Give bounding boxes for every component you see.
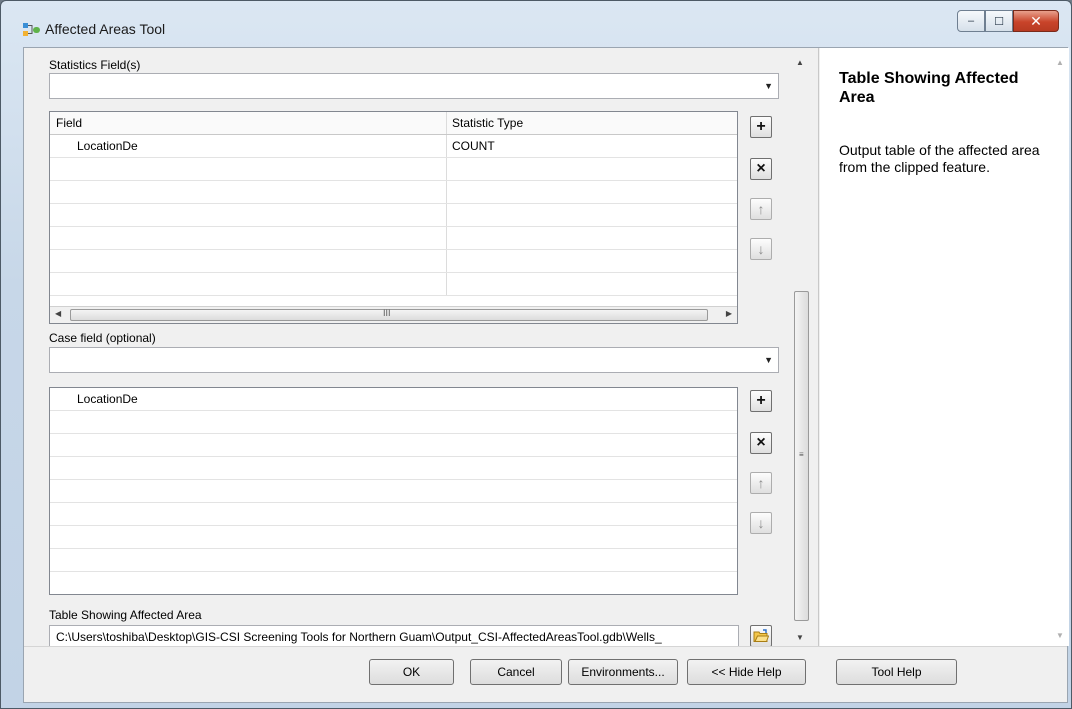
table-row[interactable]	[50, 250, 737, 273]
environments-button[interactable]: Environments...	[568, 659, 678, 685]
minimize-button[interactable]: –	[957, 10, 985, 32]
column-divider	[446, 250, 447, 272]
column-divider	[446, 181, 447, 203]
column-divider	[446, 135, 447, 157]
add-case-field-button[interactable]: +	[750, 390, 772, 412]
field-cell[interactable]: LocationDe	[77, 139, 138, 153]
move-down-case-field-button[interactable]: ↓	[750, 512, 772, 534]
table-row[interactable]	[50, 181, 737, 204]
table-row[interactable]	[50, 227, 737, 250]
scroll-up-icon[interactable]: ▲	[1056, 58, 1064, 67]
window-title: Affected Areas Tool	[45, 21, 166, 37]
arrow-up-icon: ↑	[757, 475, 765, 491]
list-item[interactable]	[50, 457, 737, 480]
dialog-footer: OK Cancel Environments... << Hide Help T…	[24, 646, 1067, 702]
column-divider	[446, 204, 447, 226]
column-header-statistic-type[interactable]: Statistic Type	[452, 116, 523, 130]
tool-help-button[interactable]: Tool Help	[836, 659, 957, 685]
table-row[interactable]	[50, 204, 737, 227]
maximize-icon: ☐	[994, 15, 1004, 28]
list-item[interactable]	[50, 503, 737, 526]
close-icon: ✕	[1030, 12, 1042, 29]
scroll-grip-icon: ≡	[799, 450, 804, 459]
help-title: Table Showing Affected Area	[839, 70, 1019, 106]
column-header-field[interactable]: Field	[56, 116, 82, 130]
column-divider	[446, 158, 447, 180]
arrow-up-icon: ↑	[757, 201, 765, 217]
statistics-field-dropdown[interactable]: ▼	[49, 73, 779, 99]
hide-help-button[interactable]: << Hide Help	[687, 659, 806, 685]
list-item[interactable]	[50, 480, 737, 503]
plus-icon: +	[756, 392, 766, 409]
vertical-scroll-thumb[interactable]: ≡	[794, 291, 809, 621]
output-table-label: Table Showing Affected Area	[49, 608, 202, 622]
list-item[interactable]	[50, 434, 737, 457]
remove-case-field-button[interactable]: ×	[750, 432, 772, 454]
arrow-down-icon: ↓	[757, 515, 765, 531]
scroll-right-icon[interactable]: ▶	[726, 309, 732, 318]
table-row[interactable]	[50, 158, 737, 181]
move-up-case-field-button[interactable]: ↑	[750, 472, 772, 494]
case-field-list: LocationDe	[49, 387, 738, 595]
move-down-statistic-button[interactable]: ↓	[750, 238, 772, 260]
statistics-fields-label: Statistics Field(s)	[49, 58, 141, 72]
minimize-icon: –	[967, 15, 975, 27]
horizontal-scroll-thumb[interactable]: III	[70, 308, 708, 321]
title-bar[interactable]: Affected Areas Tool – ☐ ✕	[1, 1, 1072, 51]
chevron-down-icon: ▼	[764, 81, 773, 91]
parameters-pane: Statistics Field(s) ▼ Field Statistic Ty…	[24, 48, 819, 649]
remove-statistic-button[interactable]: ×	[750, 158, 772, 180]
chevron-down-icon: ▼	[764, 355, 773, 365]
move-up-statistic-button[interactable]: ↑	[750, 198, 772, 220]
delete-x-icon: ×	[756, 160, 766, 177]
scroll-left-icon[interactable]: ◀	[55, 309, 61, 318]
case-field-label: Case field (optional)	[49, 331, 156, 345]
delete-x-icon: ×	[756, 434, 766, 451]
column-divider	[446, 273, 447, 295]
scroll-down-icon[interactable]: ▼	[1056, 631, 1064, 640]
arrow-down-icon: ↓	[757, 241, 765, 257]
column-divider[interactable]	[446, 112, 447, 134]
cancel-button[interactable]: Cancel	[470, 659, 562, 685]
list-item[interactable]	[50, 411, 737, 434]
list-item[interactable]: LocationDe	[50, 388, 737, 411]
window-controls: – ☐ ✕	[957, 10, 1059, 32]
case-field-item[interactable]: LocationDe	[77, 392, 138, 406]
list-item[interactable]	[50, 549, 737, 572]
open-folder-icon	[753, 629, 769, 642]
add-statistic-button[interactable]: +	[750, 116, 772, 138]
scroll-up-icon[interactable]: ▲	[796, 58, 804, 67]
scroll-down-icon[interactable]: ▼	[796, 633, 804, 642]
horizontal-scrollbar[interactable]: ◀ III ▶	[50, 306, 737, 323]
plus-icon: +	[756, 118, 766, 135]
statistic-type-cell[interactable]: COUNT	[452, 139, 495, 153]
column-divider	[446, 227, 447, 249]
table-row[interactable]	[50, 273, 737, 296]
case-field-dropdown[interactable]: ▼	[49, 347, 779, 373]
parameters-vertical-scrollbar[interactable]: ▲ ≡ ▼	[793, 56, 810, 646]
statistics-table: Field Statistic Type LocationDe COUNT ◀	[49, 111, 738, 324]
browse-output-button[interactable]	[750, 625, 772, 647]
table-row[interactable]: LocationDe COUNT	[50, 135, 737, 158]
scroll-grip: III	[383, 308, 391, 318]
statistics-table-header: Field Statistic Type	[50, 112, 737, 135]
ok-button[interactable]: OK	[369, 659, 454, 685]
dialog-client-area: Statistics Field(s) ▼ Field Statistic Ty…	[23, 47, 1069, 703]
tool-window: Affected Areas Tool – ☐ ✕ Statistics Fie…	[0, 0, 1072, 709]
close-button[interactable]: ✕	[1013, 10, 1059, 32]
list-item[interactable]	[50, 526, 737, 549]
help-vertical-scrollbar[interactable]: ▲ ▼	[1052, 56, 1069, 646]
maximize-button[interactable]: ☐	[985, 10, 1013, 32]
help-description: Output table of the affected area from t…	[839, 142, 1040, 175]
model-tool-icon	[23, 23, 40, 36]
help-pane: Table Showing Affected Area Output table…	[820, 48, 1069, 646]
